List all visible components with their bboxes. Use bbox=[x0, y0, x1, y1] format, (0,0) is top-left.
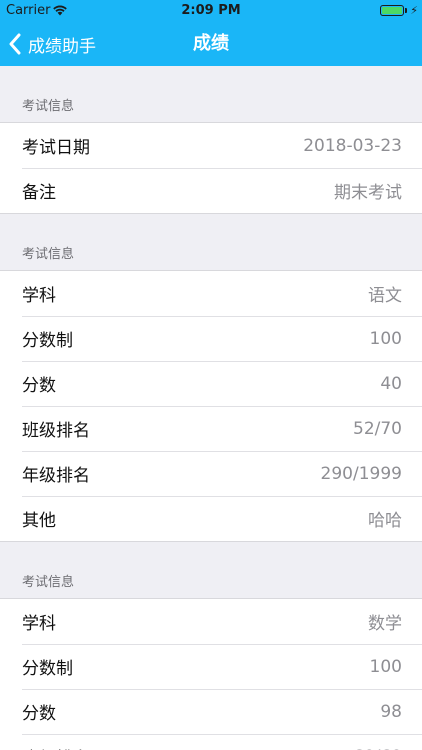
section-title: 考试信息 bbox=[22, 575, 75, 590]
charging-bolt-icon: ⚡ bbox=[410, 4, 418, 17]
battery-fill bbox=[382, 7, 402, 14]
list-item[interactable]: 学科 语文 bbox=[0, 271, 422, 316]
section-title: 考试信息 bbox=[22, 99, 75, 114]
list-item[interactable]: 分数制 100 bbox=[0, 644, 422, 689]
list-item[interactable]: 分数 40 bbox=[0, 361, 422, 406]
list-item-label: 考试日期 bbox=[22, 138, 90, 158]
list-item-label: 学科 bbox=[22, 614, 56, 634]
list-item[interactable]: 分数制 100 bbox=[0, 316, 422, 361]
list-item[interactable]: 考试日期 2018-03-23 bbox=[0, 123, 422, 168]
list-item-value: 52/70 bbox=[353, 418, 402, 439]
list-item-label: 分数 bbox=[22, 376, 56, 396]
list-item-value: 语文 bbox=[368, 286, 402, 306]
list-item-value: 98 bbox=[380, 701, 402, 722]
list-item-label: 班级排名 bbox=[22, 744, 90, 750]
battery-icon bbox=[380, 5, 404, 16]
list-item[interactable]: 年级排名 290/1999 bbox=[0, 451, 422, 496]
section-header: 考试信息 bbox=[0, 214, 422, 270]
list-item-value: 60/60 bbox=[353, 747, 402, 750]
status-bar: Carrier 2:09 PM ⚡ bbox=[0, 0, 422, 22]
list-item[interactable]: 分数 98 bbox=[0, 689, 422, 734]
section-header: 考试信息 bbox=[0, 542, 422, 598]
section-group: 考试日期 2018-03-23 备注 期末考试 bbox=[0, 122, 422, 214]
list-item-label: 其他 bbox=[22, 511, 56, 531]
section-group: 学科 语文分数制 100 分数 40 班级排名 52/70 年级排名 290/1999 其他 哈哈 bbox=[0, 270, 422, 542]
section-title: 考试信息 bbox=[22, 247, 75, 262]
list-item-value: 2018-03-23 bbox=[303, 135, 402, 156]
list-item[interactable]: 其他 哈哈 bbox=[0, 496, 422, 541]
list-item-value: 数学 bbox=[368, 614, 402, 634]
list-item-value: 哈哈 bbox=[368, 511, 402, 531]
list-item-value: 100 bbox=[369, 328, 402, 349]
navigation-bar: 成绩助手 成绩 bbox=[0, 22, 422, 66]
list-item[interactable]: 学科 数学 bbox=[0, 599, 422, 644]
list-item-value: 40 bbox=[380, 373, 402, 394]
list-item-label: 班级排名 bbox=[22, 421, 90, 441]
screen: Carrier 2:09 PM ⚡ 成绩助手 成绩 考试信息 考试日期 2018- bbox=[0, 0, 422, 750]
list-item-value: 100 bbox=[369, 656, 402, 677]
list-item-label: 分数 bbox=[22, 704, 56, 724]
list-item[interactable]: 班级排名 52/70 bbox=[0, 406, 422, 451]
section-header: 考试信息 bbox=[0, 66, 422, 122]
list-item-value: 期末考试 bbox=[334, 183, 402, 203]
list-item-label: 年级排名 bbox=[22, 466, 90, 486]
settings-list: 考试信息 考试日期 2018-03-23 备注 期末考试 考试信息 学科 语文 分数制 100 分数… bbox=[0, 66, 422, 750]
list-item-label: 分数制 bbox=[22, 331, 73, 351]
list-item-label: 备注 bbox=[22, 183, 56, 203]
list-item[interactable]: 班级排名 60/60 bbox=[0, 734, 422, 750]
section-group: 学科 数学分数制 100 分数 98 班级排名 60/60 bbox=[0, 598, 422, 750]
list-item[interactable]: 备注 期末考试 bbox=[0, 168, 422, 213]
list-item-label: 分数制 bbox=[22, 659, 73, 679]
list-item-value: 290/1999 bbox=[320, 463, 402, 484]
status-time: 2:09 PM bbox=[181, 3, 241, 18]
list-item-label: 学科 bbox=[22, 286, 56, 306]
page-title: 成绩 bbox=[193, 33, 229, 54]
battery-cap bbox=[405, 8, 407, 13]
top-bar: Carrier 2:09 PM ⚡ 成绩助手 成绩 bbox=[0, 0, 422, 66]
